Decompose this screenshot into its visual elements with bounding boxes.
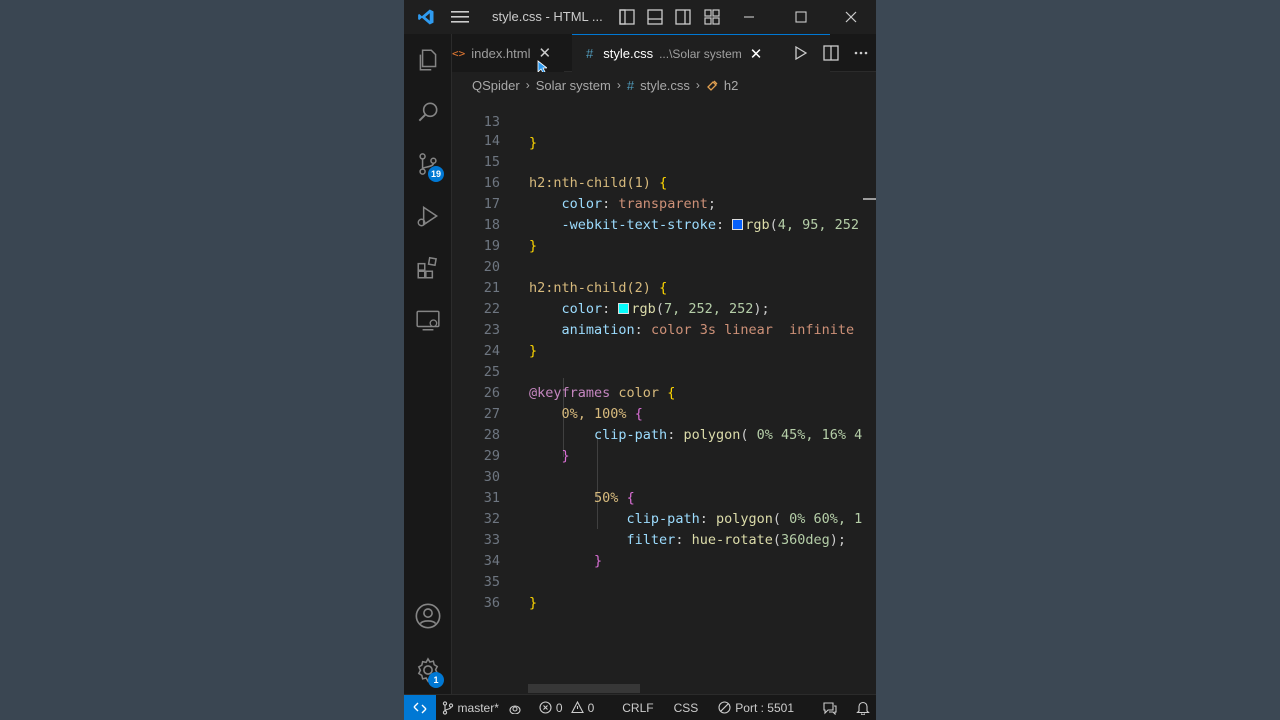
code-line: 22 animation: color 3s linear infinite xyxy=(483,301,855,338)
toggle-panel-icon[interactable] xyxy=(644,0,666,34)
git-branch-icon xyxy=(442,700,453,715)
vscode-window: style.css - HTML ... 19 1 <> index.html … xyxy=(404,0,876,720)
git-branch[interactable]: master* xyxy=(436,695,505,720)
chevron-right-icon: › xyxy=(616,78,621,92)
chevron-right-icon: › xyxy=(695,78,700,92)
accounts-icon[interactable] xyxy=(404,592,452,640)
activity-bar: 19 1 xyxy=(404,34,452,694)
feedback-icon[interactable] xyxy=(816,695,844,720)
problems-indicator[interactable]: 0 0 xyxy=(533,695,600,720)
window-title: style.css - HTML ... xyxy=(492,9,603,24)
port-label: Port : 5501 xyxy=(735,700,794,715)
css-file-icon: # xyxy=(586,46,594,61)
editor-actions xyxy=(786,34,876,72)
code-line: 31 clip-path: polygon( 0% 60%, 1 xyxy=(483,490,863,527)
toggle-primary-sidebar-icon[interactable] xyxy=(616,0,638,34)
explorer-icon[interactable] xyxy=(404,36,452,84)
code-line: 17 -webkit-text-stroke: rgb(4, 95, 252 xyxy=(483,196,860,233)
settings-badge: 1 xyxy=(428,672,444,688)
status-bar: master* 0 0 CRLF CSS Port : 5501 xyxy=(404,694,876,720)
branch-name: master* xyxy=(457,700,499,715)
backdrop-left-panel xyxy=(0,0,404,720)
code-line: 26 0%, 100% { xyxy=(483,385,643,422)
eol-selector[interactable]: CRLF xyxy=(616,695,659,720)
code-line: 34 xyxy=(483,553,500,569)
code-line: 32 filter: hue-rotate(360deg); xyxy=(483,511,847,548)
editor-tab-bar: <> index.html ✕ # style.css ...\Solar sy… xyxy=(452,34,876,72)
scrollbar-marker xyxy=(863,198,876,200)
warning-count: 0 xyxy=(587,700,595,715)
tab-index-html[interactable]: <> index.html ✕ xyxy=(452,34,564,72)
language-mode[interactable]: CSS xyxy=(668,695,705,720)
code-line: 35 } xyxy=(483,574,538,611)
maximize-icon[interactable] xyxy=(784,0,818,34)
no-entry-icon xyxy=(718,701,731,714)
menu-hamburger-icon[interactable] xyxy=(444,0,476,34)
source-control-badge: 19 xyxy=(428,166,445,182)
run-debug-icon[interactable] xyxy=(404,192,452,240)
breadcrumb-item[interactable]: h2 xyxy=(724,78,738,93)
more-actions-icon[interactable] xyxy=(846,34,876,72)
notifications-bell-icon[interactable] xyxy=(850,695,876,720)
code-line: 21 color: rgb(7, 252, 252); xyxy=(483,280,770,317)
code-line: 33 } xyxy=(483,532,603,569)
error-icon xyxy=(539,701,552,714)
settings-gear-icon[interactable]: 1 xyxy=(404,646,452,694)
code-line: 36 xyxy=(483,595,500,611)
close-window-icon[interactable] xyxy=(834,0,868,34)
error-count: 0 xyxy=(555,700,563,715)
horizontal-scrollbar[interactable] xyxy=(528,684,640,693)
sync-icon[interactable] xyxy=(505,695,525,720)
code-line: 23 } xyxy=(483,322,538,359)
live-server-port[interactable]: Port : 5501 xyxy=(712,695,800,720)
breadcrumb: QSpider › Solar system › # style.css › h… xyxy=(452,72,876,98)
breadcrumb-item[interactable]: QSpider xyxy=(472,78,520,93)
code-line: 27 clip-path: polygon( 0% 45%, 16% 4 xyxy=(483,406,863,443)
minimize-icon[interactable] xyxy=(732,0,766,34)
code-line: 14 xyxy=(483,133,500,149)
tab-label: index.html xyxy=(471,45,531,61)
code-line: 16 color: transparent; xyxy=(483,175,716,212)
search-icon[interactable] xyxy=(404,88,452,136)
remote-explorer-icon[interactable] xyxy=(404,296,452,344)
toggle-secondary-sidebar-icon[interactable] xyxy=(672,0,694,34)
chevron-right-icon: › xyxy=(525,78,530,92)
remote-indicator-icon[interactable] xyxy=(404,694,436,720)
customize-layout-icon[interactable] xyxy=(701,0,723,34)
code-line: 30 50% { xyxy=(483,469,635,506)
run-icon[interactable] xyxy=(786,34,816,72)
code-line: 25 @keyframes color { xyxy=(483,364,676,401)
title-bar: style.css - HTML ... xyxy=(404,0,876,34)
extensions-icon[interactable] xyxy=(404,244,452,292)
css-file-icon: # xyxy=(626,77,635,93)
split-editor-icon[interactable] xyxy=(816,34,846,72)
vscode-logo-icon xyxy=(410,0,442,34)
breadcrumb-item[interactable]: Solar system xyxy=(536,78,611,93)
tab-label: style.css xyxy=(603,46,654,61)
breadcrumb-item[interactable]: style.css xyxy=(640,78,690,93)
symbol-class-icon xyxy=(707,80,718,91)
code-editor[interactable]: 13 } 14 15 h2:nth-child(1) { 16 color: t… xyxy=(452,98,876,694)
code-line: 28 } xyxy=(483,427,570,464)
tab-path-hint: ...\Solar system xyxy=(659,46,742,61)
close-tab-icon[interactable]: ✕ xyxy=(750,45,763,63)
code-line: 20 h2:nth-child(2) { xyxy=(483,259,668,296)
source-control-icon[interactable]: 19 xyxy=(404,140,452,188)
code-line: 24 xyxy=(483,343,500,359)
code-line: 19 xyxy=(483,238,500,254)
html-file-icon: <> xyxy=(452,46,466,60)
backdrop-right-panel xyxy=(876,0,1280,720)
code-line: 18 } xyxy=(483,217,538,254)
warning-icon xyxy=(570,701,584,714)
code-line: 29 xyxy=(483,448,500,464)
code-line: 15 h2:nth-child(1) { xyxy=(483,154,668,191)
